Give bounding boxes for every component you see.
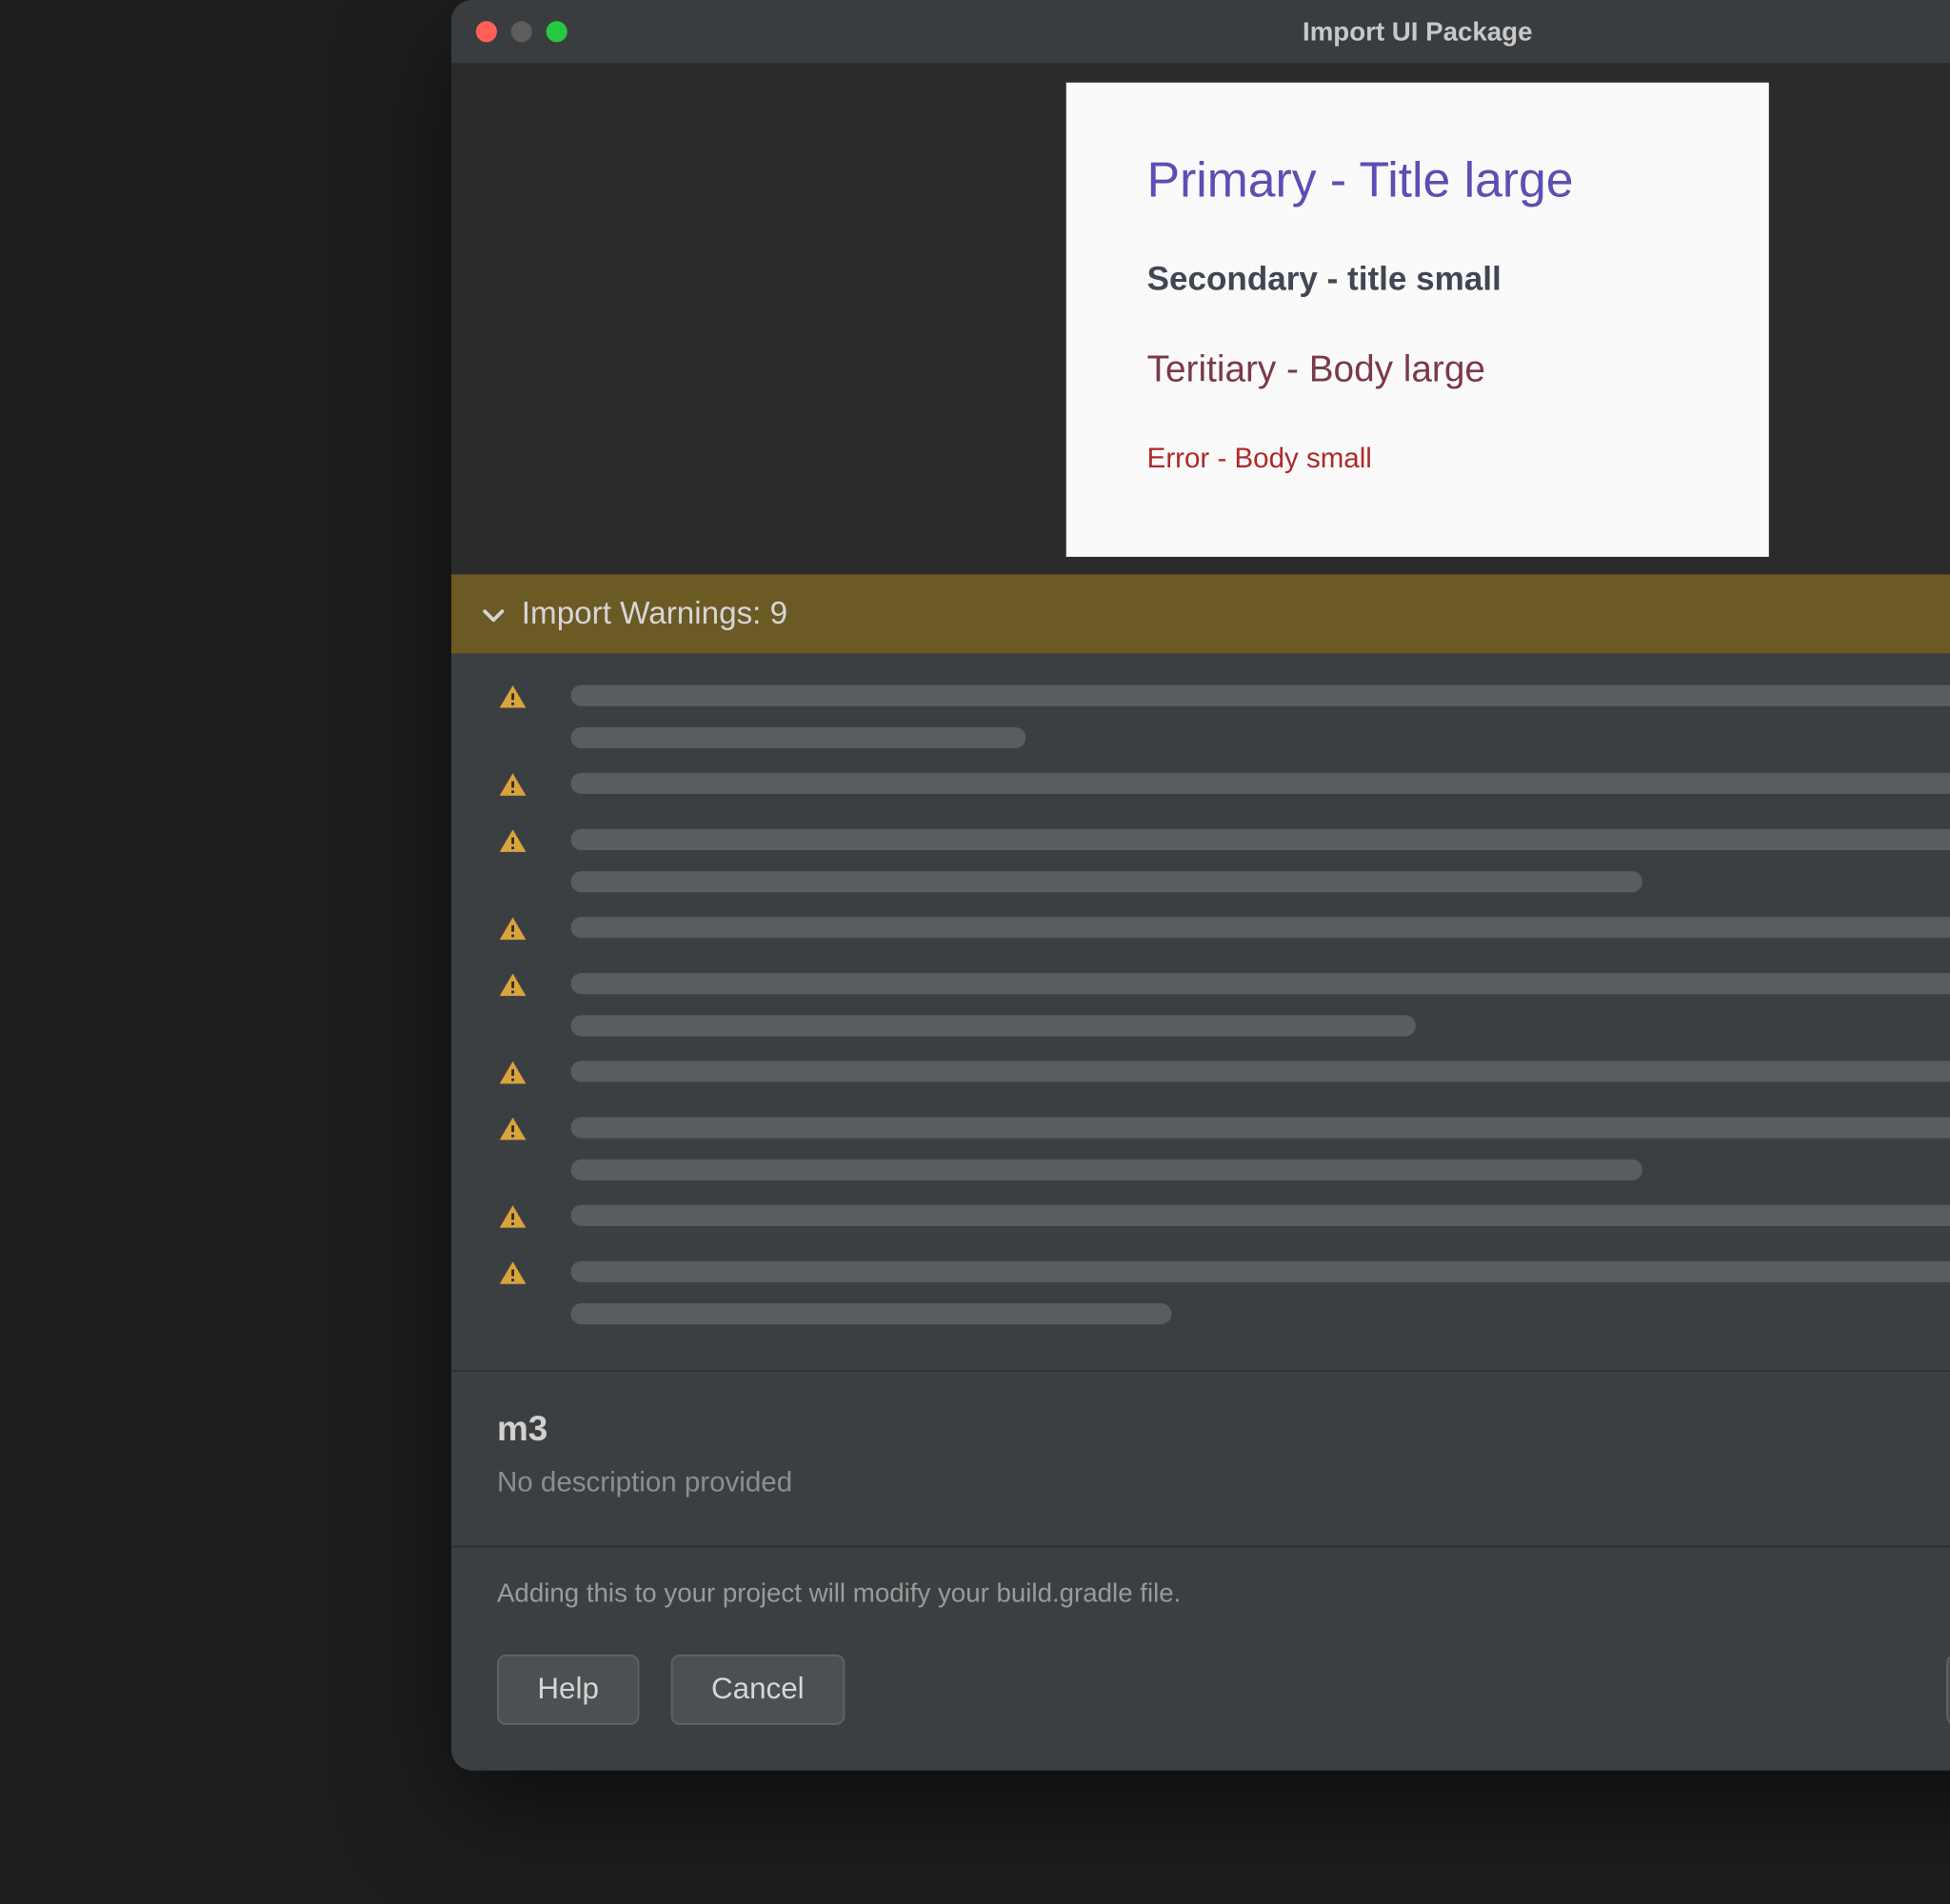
redacted-line bbox=[570, 727, 1025, 748]
traffic-lights bbox=[451, 21, 567, 42]
preview-tertiary-text: Teritiary - Body large bbox=[1147, 349, 1688, 391]
redacted-line bbox=[570, 773, 1950, 794]
previous-button[interactable]: Previous bbox=[1945, 1655, 1950, 1725]
window-close-button[interactable] bbox=[476, 21, 497, 42]
warning-row: Source↗ bbox=[497, 1205, 1950, 1237]
preview-secondary-text: Secondary - title small bbox=[1147, 262, 1688, 301]
titlebar: Import UI Package bbox=[451, 0, 1950, 65]
warning-row: Source↗ bbox=[497, 917, 1950, 948]
button-row: Help Cancel Previous Finish bbox=[497, 1655, 1950, 1725]
redacted-line bbox=[570, 1117, 1950, 1138]
warning-text-placeholder bbox=[570, 917, 1950, 938]
warnings-list: Source↗ Source↗ Source↗ Source↗ Source↗ Sourc… bbox=[451, 653, 1950, 1372]
redacted-line bbox=[570, 1303, 1171, 1324]
redacted-line bbox=[570, 1205, 1950, 1226]
warning-text-placeholder bbox=[570, 973, 1950, 1036]
redacted-line bbox=[570, 1061, 1950, 1081]
warning-text-placeholder bbox=[570, 1261, 1950, 1324]
window-title: Import UI Package bbox=[451, 17, 1950, 47]
warning-icon bbox=[497, 825, 547, 857]
dialog-window: Import UI Package Primary - Title large … bbox=[451, 0, 1950, 1771]
window-zoom-button[interactable] bbox=[547, 21, 567, 42]
warnings-header-label: Import Warnings: 9 bbox=[522, 595, 787, 632]
redacted-line bbox=[570, 685, 1950, 706]
preview-card: Primary - Title large Secondary - title … bbox=[1066, 83, 1769, 557]
redacted-line bbox=[570, 973, 1950, 994]
warning-text-placeholder bbox=[570, 1061, 1950, 1081]
warning-icon bbox=[497, 913, 547, 944]
redacted-line bbox=[570, 917, 1950, 938]
redacted-line bbox=[570, 829, 1950, 850]
warning-icon bbox=[497, 769, 547, 801]
warning-row: Source↗ bbox=[497, 1261, 1950, 1324]
warning-row: Source↗ bbox=[497, 1061, 1950, 1092]
redacted-line bbox=[570, 1015, 1415, 1036]
preview-area: Primary - Title large Secondary - title … bbox=[451, 65, 1950, 574]
warning-row: Source↗ bbox=[497, 1117, 1950, 1180]
redacted-line bbox=[570, 1160, 1642, 1180]
package-name: m3 bbox=[497, 1411, 1950, 1451]
redacted-line bbox=[570, 871, 1642, 892]
warning-text-placeholder bbox=[570, 829, 1950, 892]
warning-icon bbox=[497, 1258, 547, 1289]
preview-error-text: Error - Body small bbox=[1147, 445, 1688, 476]
warning-icon bbox=[497, 1114, 547, 1145]
dialog-footer: Adding this to your project will modify … bbox=[451, 1547, 1950, 1770]
help-button[interactable]: Help bbox=[497, 1655, 639, 1725]
package-info: m3 No description provided bbox=[451, 1372, 1950, 1548]
warnings-section-header[interactable]: Import Warnings: 9 bbox=[451, 574, 1950, 653]
cancel-button[interactable]: Cancel bbox=[671, 1655, 846, 1725]
warning-text-placeholder bbox=[570, 1205, 1950, 1226]
preview-primary-text: Primary - Title large bbox=[1147, 153, 1688, 209]
warning-row: Source↗ bbox=[497, 829, 1950, 892]
warning-icon bbox=[497, 1058, 547, 1089]
warning-icon bbox=[497, 682, 547, 713]
redacted-line bbox=[570, 1261, 1950, 1282]
package-description: No description provided bbox=[497, 1468, 1950, 1499]
warning-text-placeholder bbox=[570, 685, 1950, 748]
warning-icon bbox=[497, 1201, 547, 1233]
warning-row: Source↗ bbox=[497, 973, 1950, 1036]
warning-row: Source↗ bbox=[497, 773, 1950, 804]
window-minimize-button[interactable] bbox=[511, 21, 532, 42]
warning-icon bbox=[497, 969, 547, 1001]
warning-text-placeholder bbox=[570, 773, 1950, 794]
warning-row: Source↗ bbox=[497, 685, 1950, 748]
chevron-down-icon bbox=[483, 604, 504, 625]
warning-text-placeholder bbox=[570, 1117, 1950, 1180]
footer-note: Adding this to your project will modify … bbox=[497, 1579, 1950, 1609]
